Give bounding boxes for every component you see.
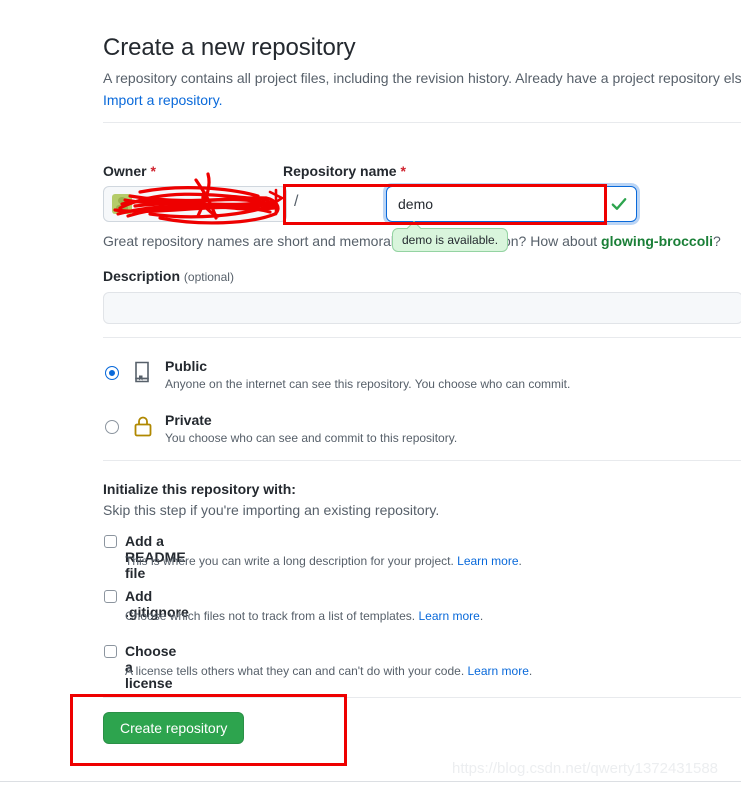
watermark: https://blog.csdn.net/qwerty1372431588 [452, 760, 719, 777]
import-repository-line: Import a repository. [103, 90, 223, 110]
readme-description: This is where you can write a long descr… [125, 554, 522, 568]
user-avatar-icon [112, 194, 132, 214]
divider-initialize [103, 460, 741, 461]
page-bottom-edge [0, 781, 741, 782]
visibility-public-title: Public [165, 358, 208, 374]
divider-top [103, 122, 741, 123]
visibility-public-description: Anyone on the internet can see this repo… [165, 377, 571, 391]
divider-bottom [103, 697, 741, 698]
owner-required-mark: * [150, 163, 156, 179]
repository-name-field [383, 183, 640, 225]
readme-description-text: This is where you can write a long descr… [125, 554, 458, 568]
license-description-suffix: . [528, 664, 533, 678]
description-label-text: Description [103, 268, 181, 284]
book-icon [135, 361, 149, 383]
owner-select[interactable] [103, 186, 287, 222]
initialize-subtitle: Skip this step if you're importing an ex… [103, 502, 440, 518]
gitignore-description-text: Choose which files not to track from a l… [125, 609, 419, 623]
create-repository-button[interactable]: Create repository [103, 712, 245, 744]
divider-visibility [103, 337, 741, 338]
initialize-title: Initialize this repository with: [103, 481, 296, 497]
license-description-text: A license tells others what they can and… [125, 664, 468, 678]
owner-label-text: Owner [103, 163, 147, 179]
chevron-down-icon [269, 203, 277, 207]
visibility-private-description: You choose who can see and commit to thi… [165, 431, 458, 445]
visibility-radio-private[interactable] [105, 420, 119, 434]
repository-name-label: Repository name * [283, 163, 406, 179]
license-learn-more-link[interactable]: Learn more [468, 664, 529, 678]
page-title: Create a new repository [103, 34, 356, 61]
repository-name-hint-prefix: Great repository names are short and mem… [103, 233, 602, 249]
page-subtitle-text: A repository contains all project files,… [103, 70, 741, 86]
description-label: Description (optional) [103, 268, 234, 284]
repository-name-input[interactable] [383, 183, 640, 225]
page-subtitle: A repository contains all project files,… [103, 68, 741, 88]
import-repository-link[interactable]: Import a repository. [103, 92, 223, 108]
checkbox-gitignore[interactable] [104, 590, 117, 603]
description-optional-label: (optional) [183, 270, 234, 284]
repository-name-label-text: Repository name [283, 163, 397, 179]
repository-name-required-mark: * [400, 163, 406, 179]
repository-name-hint-suffix: ? [713, 233, 721, 249]
readme-learn-more-link[interactable]: Learn more [457, 554, 518, 568]
availability-tooltip: demo is available. [392, 228, 509, 252]
owner-label: Owner * [103, 163, 156, 179]
gitignore-description: Choose which files not to track from a l… [125, 609, 483, 623]
readme-description-suffix: . [518, 554, 522, 568]
gitignore-learn-more-link[interactable]: Learn more [418, 609, 479, 623]
checkbox-readme[interactable] [104, 535, 117, 548]
description-input[interactable] [103, 292, 741, 324]
repository-name-suggestion: glowing-broccoli [601, 233, 714, 249]
license-description: A license tells others what they can and… [125, 664, 532, 678]
owner-repo-separator: / [294, 193, 299, 210]
gitignore-description-suffix: . [479, 609, 484, 623]
lock-icon [134, 416, 152, 437]
checkbox-license[interactable] [104, 645, 117, 658]
visibility-private-title: Private [165, 412, 212, 428]
visibility-radio-public[interactable] [105, 366, 119, 380]
